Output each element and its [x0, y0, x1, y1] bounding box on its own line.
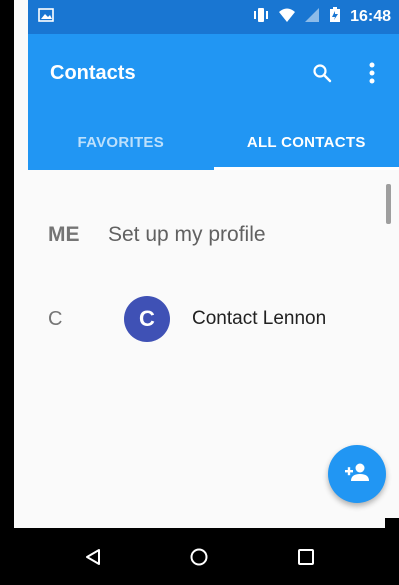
back-icon[interactable]: [73, 537, 113, 577]
battery-icon: [328, 6, 342, 28]
contact-row[interactable]: C C Contact Lennon: [28, 284, 399, 354]
tab-favorites[interactable]: FAVORITES: [28, 114, 214, 170]
home-icon[interactable]: [179, 537, 219, 577]
tab-bar: FAVORITES ALL CONTACTS: [28, 114, 399, 170]
app-bar: Contacts: [28, 34, 399, 114]
vibrate-icon: [252, 7, 270, 28]
clock: 16:48: [350, 8, 391, 25]
phone-screen: 16:48 Contacts FAVORITES ALL CONTACTS ME…: [0, 0, 399, 585]
navigation-bar: [0, 528, 399, 585]
contact-name: Contact Lennon: [192, 308, 327, 329]
section-letter-me: ME: [48, 223, 80, 246]
add-person-icon: [344, 462, 370, 487]
setup-profile-label: Set up my profile: [108, 223, 266, 246]
add-contact-button[interactable]: [328, 445, 386, 503]
gallery-notification-icon: [38, 7, 54, 27]
section-letter-c: C: [48, 307, 63, 330]
search-icon[interactable]: [305, 56, 339, 90]
avatar: C: [124, 296, 170, 342]
app-title: Contacts: [50, 62, 136, 84]
signal-icon: [304, 7, 320, 28]
status-bar: 16:48: [28, 0, 399, 34]
tab-all-contacts[interactable]: ALL CONTACTS: [213, 114, 399, 170]
wifi-icon: [278, 7, 296, 28]
me-profile-row[interactable]: ME Set up my profile: [28, 200, 399, 270]
recents-icon[interactable]: [286, 537, 326, 577]
more-vert-icon[interactable]: [355, 56, 389, 90]
